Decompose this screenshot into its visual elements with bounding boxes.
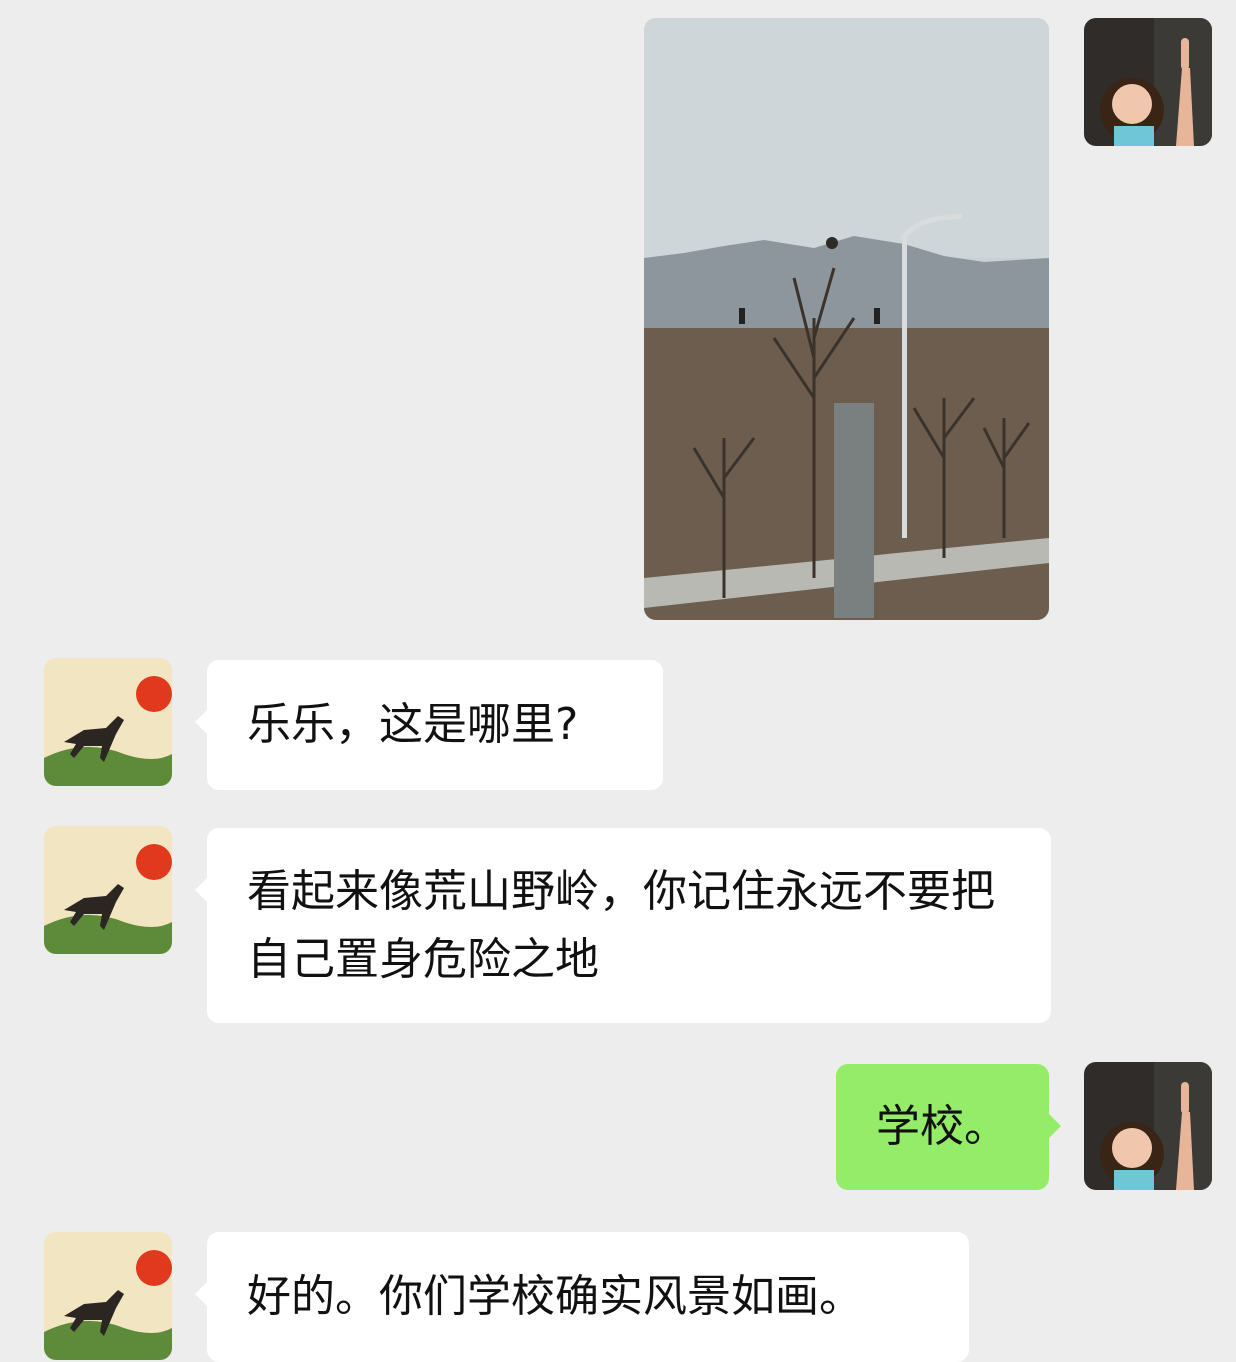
girl-selfie-avatar-icon — [1084, 1062, 1212, 1190]
horse-sun-painting-avatar-icon — [44, 1232, 172, 1360]
message-bubble-other[interactable]: 乐乐，这是哪里? — [195, 660, 663, 790]
bubble-tail — [195, 1282, 207, 1306]
message-bubble-other[interactable]: 好的。你们学校确实风景如画。 — [195, 1232, 969, 1362]
horse-sun-painting-avatar-icon — [44, 658, 172, 786]
message-bubble-other[interactable]: 看起来像荒山野岭，你记住永远不要把自己置身危险之地 — [195, 828, 1051, 1023]
other-avatar[interactable] — [44, 658, 172, 786]
self-avatar[interactable] — [1084, 1062, 1212, 1190]
message-text: 乐乐，这是哪里? — [247, 699, 579, 750]
message-bubble-self[interactable]: 学校。 — [836, 1064, 1061, 1190]
shared-photo[interactable] — [644, 18, 1049, 620]
message-text: 学校。 — [876, 1101, 1008, 1152]
horse-sun-painting-avatar-icon — [44, 826, 172, 954]
message-text: 看起来像荒山野岭，你记住永远不要把自己置身危险之地 — [247, 866, 995, 985]
bubble-tail — [195, 710, 207, 734]
girl-selfie-avatar-icon — [1084, 18, 1212, 146]
bubble-tail — [1049, 1114, 1061, 1138]
other-avatar[interactable] — [44, 1232, 172, 1360]
self-avatar[interactable] — [1084, 18, 1212, 146]
message-text: 好的。你们学校确实风景如画。 — [247, 1271, 863, 1322]
photo-landscape-icon — [644, 18, 1049, 620]
other-avatar[interactable] — [44, 826, 172, 954]
bubble-tail — [195, 878, 207, 902]
